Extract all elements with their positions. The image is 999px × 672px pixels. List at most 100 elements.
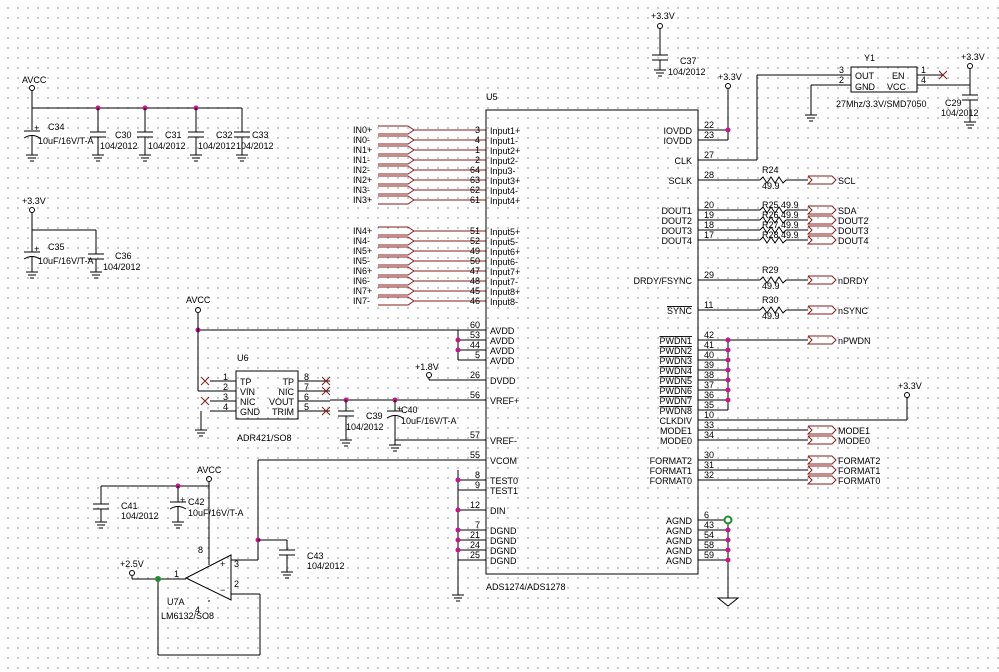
output-port-label: nPWDN [838, 336, 871, 346]
c30-ref: C30 [115, 130, 132, 140]
u5-pin-name: Input6- [490, 257, 518, 267]
u5-pin-name: DOUT1 [661, 206, 692, 216]
svg-text:+: + [220, 559, 225, 569]
resistor-ref: R29 [762, 265, 779, 275]
u5-pin-name: Input2- [490, 156, 518, 166]
output-port [806, 235, 837, 245]
u5-pin-number: 55 [470, 450, 480, 460]
u5-pin-name: Input1- [490, 136, 518, 146]
c39-ref: C39 [366, 411, 383, 421]
u5-pin-number: 35 [704, 400, 714, 410]
u5-pin-number: 63 [470, 175, 480, 185]
u5-pin-name: Input7- [490, 277, 518, 287]
u5-pin-number: 8 [475, 470, 480, 480]
c40-ref: C40 [401, 405, 418, 415]
u5-pin-name: CLKDIV [659, 416, 692, 426]
u6-ref: U6 [237, 353, 249, 363]
input-port [378, 135, 415, 145]
output-port-label: MODE1 [838, 426, 870, 436]
u5-pin-number: 42 [704, 330, 714, 340]
u6-pin-number: 8 [304, 372, 309, 382]
u5-pin-number: 23 [704, 130, 714, 140]
u5-pin-number: 47 [470, 266, 480, 276]
c32-ref: C32 [216, 130, 233, 140]
y1-ref: Y1 [864, 53, 875, 63]
c42-ref: C42 [188, 497, 205, 507]
output-port-label: MODE0 [838, 436, 870, 446]
u5-pin-number: 19 [704, 210, 714, 220]
u5-pin-name: AVDD [490, 356, 515, 366]
input-port [378, 266, 415, 276]
u5-pin-number: 59 [704, 550, 714, 560]
u5-pin-name: DGND [490, 536, 517, 546]
resistor-ref: R24 [762, 165, 779, 175]
agnd-net-marker [723, 515, 733, 525]
u5-pin-name: AGND [666, 526, 693, 536]
c33-ref: C33 [252, 130, 269, 140]
resistor-value: 49.9 [762, 311, 780, 321]
input-label: IN4+ [353, 226, 372, 236]
u5-pin-name: Inpu3- [490, 166, 516, 176]
u6-pin-name: TRIM [272, 407, 294, 417]
u5-pin-name: PWDN3 [659, 356, 692, 366]
u6-pin-name: NIC [279, 387, 295, 397]
u5-pin-number: 50 [470, 256, 480, 266]
input-port [378, 195, 415, 205]
u5-pin-name: IOVDD [663, 126, 692, 136]
output-port [806, 435, 837, 445]
pwdn-bus: +3.3V [698, 337, 922, 421]
input-label: IN1+ [353, 145, 372, 155]
avdd-bus: +1.8V [195, 327, 461, 381]
v33-label-iovdd: +3.3V [718, 72, 742, 82]
u5-pin-name: Input7+ [490, 267, 520, 277]
u5-pin-name: DRDY/FSYNC [633, 276, 692, 286]
v25-label: +2.5V [120, 559, 144, 569]
input-port [378, 185, 415, 195]
u5-pin-name: Input4+ [490, 196, 520, 206]
output-port-label: DOUT4 [838, 236, 869, 246]
c35-value: 10uF/16V/T-A [38, 256, 94, 266]
c29-ref: C29 [945, 98, 962, 108]
u6-pin-number: 2 [223, 382, 228, 392]
u5-pin-name: IOVDD [663, 136, 692, 146]
y1-pin1: 1 [921, 65, 926, 75]
u5-pin-number: 22 [704, 120, 714, 130]
u5-pin-name: MODE1 [660, 426, 692, 436]
output-port-label: FORMAT0 [838, 476, 880, 486]
u5-pin-number: 17 [704, 230, 714, 240]
u5-pin-number: 26 [470, 370, 480, 380]
schematic-canvas: AVCC + C34 10uF/16V/T-A C30 104/2012 C31… [0, 0, 999, 672]
u5-pin-name: PWDN8 [659, 406, 692, 416]
output-port [806, 275, 837, 285]
u5-right-pins: 22 IOVDD 23 IOVDD 27 CLK 28 SCLK 20 DOUT1 19 DOUT2 1… [633, 120, 728, 566]
u5-pin-name: AVDD [490, 336, 515, 346]
output-port-label: DOUT2 [838, 216, 869, 226]
y1-oscillator: Y1 OUT GND EN VCC 3 2 1 4 27Mhz/3.3V/SMD… [698, 53, 970, 161]
u5-pin-number: 32 [704, 470, 714, 480]
output-port [806, 175, 837, 185]
u6-pin-number: 7 [304, 382, 309, 392]
input-port [378, 296, 415, 306]
avcc-label-left: AVCC [22, 75, 47, 85]
u5-pin-number: 46 [470, 296, 480, 306]
input-port [378, 246, 415, 256]
u5-pin-name: DOUT3 [661, 226, 692, 236]
u5-pin-number: 49 [470, 246, 480, 256]
u5-pin-name: MODE0 [660, 436, 692, 446]
u5-part: ADS1274/ADS1278 [486, 582, 566, 592]
u5-pin-name: TEST1 [490, 486, 518, 496]
avcc-cap-bank: AVCC + C34 10uF/16V/T-A C30 104/2012 C31… [22, 75, 274, 162]
u5-pin-name: Input1+ [490, 126, 520, 136]
c43-ref: C43 [307, 551, 324, 561]
y1-pin4: 4 [921, 75, 926, 85]
u5-ref: U5 [486, 92, 498, 102]
c33-value: 104/2012 [236, 141, 274, 151]
u7-part: LM6132/SO8 [161, 611, 214, 621]
u5-pin-number: 1 [475, 145, 480, 155]
input-label: IN7+ [353, 286, 372, 296]
u6-pins: 1 TP 2 VIN 3 NIC 4 GND 8 TP 7 NIC 6 VOUT 5 TRIM [200, 372, 331, 417]
u5-pin-number: 37 [704, 380, 714, 390]
u5-pin-number: 43 [704, 520, 714, 530]
u5-pin-name: VCOM [490, 456, 517, 466]
u5-pin-name: Input5- [490, 237, 518, 247]
